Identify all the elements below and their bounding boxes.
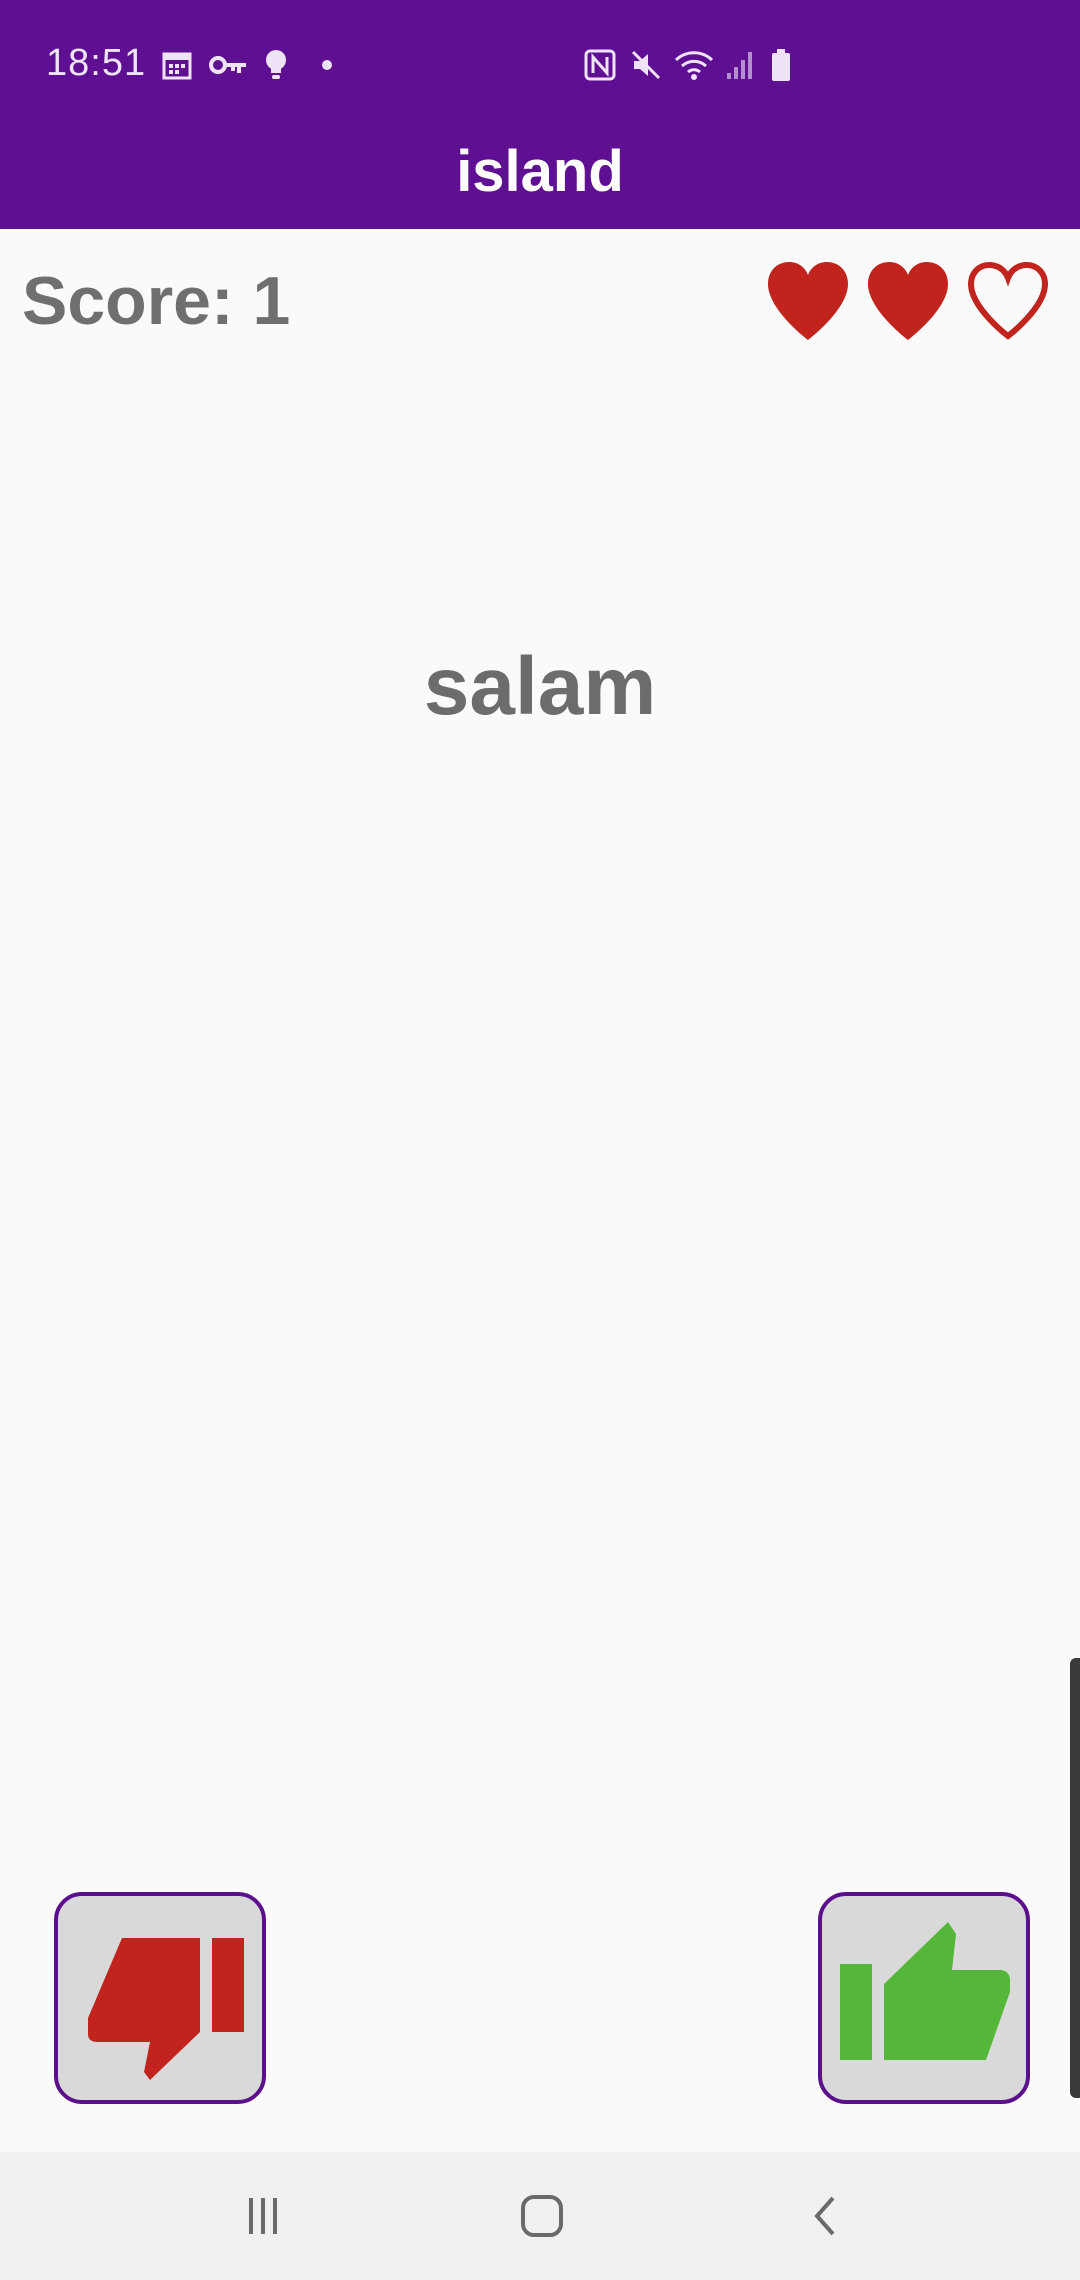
key-icon [208, 46, 248, 84]
battery-icon [768, 46, 794, 84]
screen: 18:51 island Score: 1 salam [0, 0, 1080, 2280]
home-icon[interactable] [512, 2186, 572, 2246]
app-title: island [456, 139, 624, 204]
back-icon[interactable] [795, 2186, 855, 2246]
thumbs-up-icon [840, 1922, 1010, 2060]
status-bar: 18:51 [0, 0, 1080, 130]
lightbulb-icon [262, 46, 290, 84]
top-bar: 18:51 island [0, 0, 1080, 229]
nfc-icon [582, 46, 618, 84]
signal-icon [724, 46, 756, 84]
dislike-button[interactable] [54, 1892, 266, 2104]
status-time: 18:51 [46, 42, 147, 84]
current-word: salam [423, 641, 657, 732]
like-button[interactable] [818, 1892, 1030, 2104]
thumbs-down-icon [88, 1938, 244, 2080]
calendar-icon [160, 46, 194, 84]
recent-apps-icon[interactable] [233, 2186, 293, 2246]
heart-full-icon [868, 262, 948, 340]
dot-icon [318, 46, 336, 84]
score-label: Score: 1 [22, 263, 291, 339]
heart-empty-icon [967, 261, 1049, 340]
mute-icon [628, 46, 664, 84]
lives-indicator [764, 258, 1052, 344]
heart-full-icon [768, 262, 848, 340]
wifi-icon [672, 46, 716, 84]
navigation-bar [0, 2152, 1080, 2280]
scroll-handle[interactable] [1070, 1658, 1080, 2098]
